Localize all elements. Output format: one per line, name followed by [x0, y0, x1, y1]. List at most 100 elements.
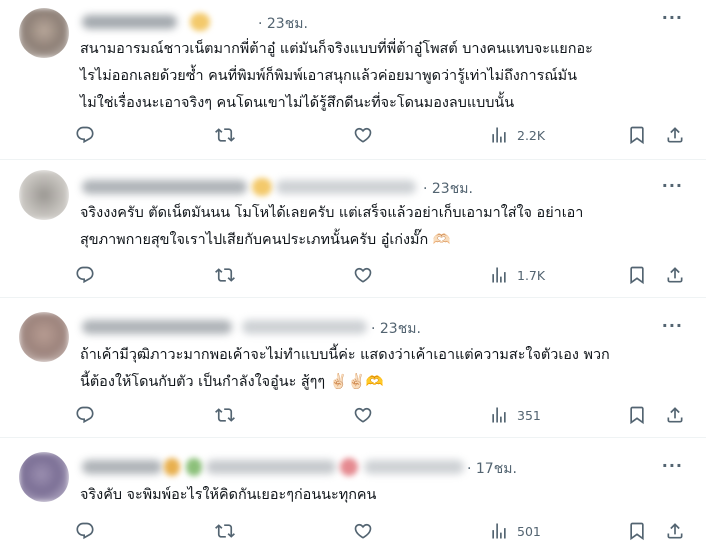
author-handle-redacted: [276, 180, 416, 194]
heart-icon: [353, 405, 373, 425]
tweet-text-line: นี้ต้องให้โดนกับตัว เป็นกำลังใจอู๋นะ สู้…: [80, 374, 384, 390]
share-icon: [665, 521, 685, 541]
author-emoji-redacted: [340, 458, 358, 476]
retweet-button[interactable]: [215, 518, 235, 544]
views-bar-chart-icon: [489, 265, 509, 285]
action-bar: 2.2K: [75, 122, 686, 148]
tweet-text-line: จริงคับ จะพิมพ์อะไรให้คิดกันเยอะๆก่อนนะท…: [80, 487, 377, 503]
tweet-4[interactable]: · 17ชม. ··· จริงคับ จะพิมพ์อะไรให้คิดกัน…: [0, 438, 706, 546]
author-name-redacted: [206, 460, 336, 474]
retweet-icon: [215, 125, 235, 145]
action-bar: 351: [75, 402, 686, 428]
tweet-2[interactable]: · 23ชม. ··· จริงงงครับ ตัดเน็ตมันนน โมโห…: [0, 160, 706, 298]
tweet-header: · 23ชม.: [82, 316, 666, 338]
share-button[interactable]: [665, 122, 685, 148]
tweet-text-line: สนามอารมณ์ชาวเน็ตมากพี่ต้าอู๋ แต่มันก็จร…: [80, 41, 593, 57]
like-button[interactable]: [353, 262, 373, 288]
share-button[interactable]: [665, 518, 685, 544]
reply-icon: [75, 405, 95, 425]
tweet-text: จริงงงครับ ตัดเน็ตมันนน โมโหได้เลยครับ แ…: [80, 200, 685, 254]
more-options-icon[interactable]: ···: [662, 316, 683, 335]
retweet-button[interactable]: [215, 122, 235, 148]
more-options-icon[interactable]: ···: [662, 456, 683, 475]
share-button[interactable]: [665, 402, 685, 428]
heart-icon: [353, 265, 373, 285]
tweet-text-line: จริงงงครับ ตัดเน็ตมันนน โมโหได้เลยครับ แ…: [80, 205, 584, 221]
share-icon: [665, 265, 685, 285]
heart-icon: [353, 521, 373, 541]
share-button[interactable]: [665, 262, 685, 288]
author-emoji-redacted: [190, 13, 210, 31]
like-button[interactable]: [353, 518, 373, 544]
reply-icon: [75, 125, 95, 145]
bookmark-button[interactable]: [627, 402, 647, 428]
views-button[interactable]: 501: [489, 518, 541, 544]
timestamp[interactable]: · 23ชม.: [371, 318, 421, 340]
action-bar: 1.7K: [75, 262, 686, 288]
action-bar: 501: [75, 518, 686, 544]
views-count: 501: [517, 523, 541, 539]
more-options-icon[interactable]: ···: [662, 176, 683, 195]
views-count: 2.2K: [517, 127, 546, 143]
bookmark-icon: [627, 405, 647, 425]
tweet-header: · 23ชม.: [82, 176, 666, 198]
reply-icon: [75, 265, 95, 285]
author-name-redacted: [82, 15, 177, 29]
views-button[interactable]: 351: [489, 402, 541, 428]
retweet-button[interactable]: [215, 402, 235, 428]
tweet-3[interactable]: · 23ชม. ··· ถ้าเค้ามีวุฒิภาวะมากพอเค้าจะ…: [0, 298, 706, 438]
tweet-text-line: สุขภาพกายสุขใจเราไปเสียกับคนประเภทนั้นคร…: [80, 232, 451, 248]
more-options-icon[interactable]: ···: [662, 8, 683, 27]
reply-button[interactable]: [75, 518, 95, 544]
tweet-1[interactable]: · 23ชม. ··· สนามอารมณ์ชาวเน็ตมากพี่ต้าอู…: [0, 0, 706, 160]
bookmark-button[interactable]: [627, 262, 647, 288]
author-emoji-redacted: [164, 458, 180, 476]
like-button[interactable]: [353, 122, 373, 148]
heart-icon: [353, 125, 373, 145]
views-button[interactable]: 1.7K: [489, 262, 545, 288]
tweet-text-line: ถ้าเค้ามีวุฒิภาวะมากพอเค้าจะไม่ทำแบบนี้ค…: [80, 347, 610, 363]
tweet-text: สนามอารมณ์ชาวเน็ตมากพี่ต้าอู๋ แต่มันก็จร…: [80, 36, 685, 117]
bookmark-icon: [627, 265, 647, 285]
author-name-redacted: [82, 460, 162, 474]
views-count: 1.7K: [517, 267, 546, 283]
author-handle-redacted: [242, 320, 367, 334]
reply-button[interactable]: [75, 262, 95, 288]
views-bar-chart-icon: [489, 125, 509, 145]
reply-icon: [75, 521, 95, 541]
retweet-button[interactable]: [215, 262, 235, 288]
views-bar-chart-icon: [489, 405, 509, 425]
retweet-icon: [215, 521, 235, 541]
views-count: 351: [517, 407, 541, 423]
bookmark-button[interactable]: [627, 518, 647, 544]
avatar[interactable]: [19, 170, 69, 220]
tweet-text: จริงคับ จะพิมพ์อะไรให้คิดกันเยอะๆก่อนนะท…: [80, 482, 685, 509]
author-emoji-redacted: [252, 178, 272, 196]
timestamp[interactable]: · 23ชม.: [258, 13, 308, 35]
avatar[interactable]: [19, 8, 69, 58]
views-bar-chart-icon: [489, 521, 509, 541]
tweet-header: · 17ชม.: [82, 456, 666, 478]
tweet-header: · 23ชม.: [82, 11, 666, 33]
share-icon: [665, 405, 685, 425]
author-name-redacted: [82, 180, 247, 194]
timestamp[interactable]: · 17ชม.: [467, 458, 517, 480]
avatar[interactable]: [19, 312, 69, 362]
retweet-icon: [215, 265, 235, 285]
author-handle-redacted: [364, 460, 464, 474]
tweet-text: ถ้าเค้ามีวุฒิภาวะมากพอเค้าจะไม่ทำแบบนี้ค…: [80, 342, 685, 396]
bookmark-button[interactable]: [627, 122, 647, 148]
timestamp[interactable]: · 23ชม.: [423, 178, 473, 200]
tweet-text-line: ไม่ใช่เรื่องนะเอาจริงๆ คนโดนเขาไม่ได้รู้…: [80, 95, 515, 111]
bookmark-icon: [627, 125, 647, 145]
share-icon: [665, 125, 685, 145]
like-button[interactable]: [353, 402, 373, 428]
avatar[interactable]: [19, 452, 69, 502]
retweet-icon: [215, 405, 235, 425]
bookmark-icon: [627, 521, 647, 541]
author-name-redacted: [82, 320, 232, 334]
tweet-text-line: ไรไม่ออกเลยด้วยซ้ำ คนที่พิมพ์ก็พิมพ์เอาส…: [80, 68, 578, 84]
views-button[interactable]: 2.2K: [489, 122, 545, 148]
reply-button[interactable]: [75, 402, 95, 428]
reply-button[interactable]: [75, 122, 95, 148]
